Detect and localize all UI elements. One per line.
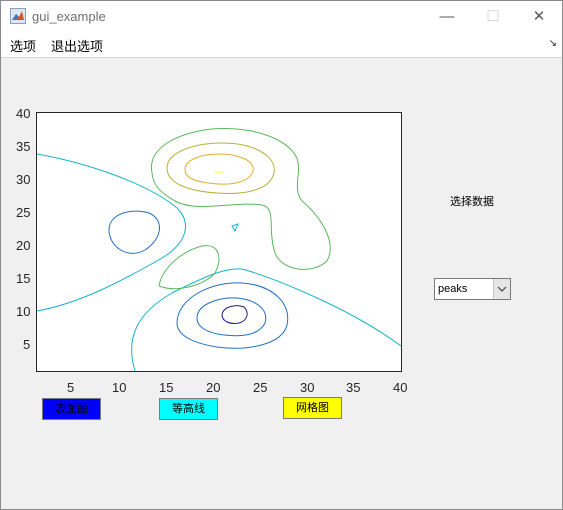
surface-plot-button[interactable]: 表面图: [42, 398, 101, 420]
contour-line-blue-left: [108, 210, 160, 254]
minimize-button[interactable]: —: [424, 1, 470, 32]
close-button[interactable]: ✕: [516, 1, 562, 32]
maximize-icon: ☐: [486, 8, 500, 25]
contour-lines: [36, 128, 402, 372]
x-tick-label: 20: [206, 380, 221, 395]
contour-plot[interactable]: [36, 112, 402, 372]
menu-exit-options[interactable]: 退出选项: [51, 36, 103, 55]
x-tick-label: 30: [300, 380, 315, 395]
x-tick-label: 35: [346, 380, 361, 395]
x-tick-label: 15: [159, 380, 174, 395]
x-tick-label: 40: [393, 380, 408, 395]
minimize-icon: —: [439, 8, 455, 25]
contour-line-cyan-small: [231, 223, 239, 233]
menu-options[interactable]: 选项: [10, 36, 36, 55]
dock-arrow-icon[interactable]: ↘: [549, 38, 557, 49]
contour-line-green-outer: [151, 128, 331, 270]
contour-line-blue-lower: [176, 282, 289, 349]
y-tick-label: 5: [23, 337, 31, 352]
title-bar[interactable]: gui_example — ☐ ✕: [1, 1, 562, 32]
matlab-icon: [10, 8, 26, 24]
select-data-label: 选择数据: [450, 196, 494, 208]
y-tick-label: 40: [16, 106, 31, 121]
contour-line-green-mid: [158, 245, 220, 290]
y-tick-label: 10: [16, 304, 31, 319]
mesh-plot-button[interactable]: 网格图: [283, 397, 342, 419]
contour-line-olive: [166, 142, 275, 194]
contour-line-dark: [221, 305, 248, 324]
contour-line-orange: [184, 153, 254, 185]
contour-line-blue-inner: [196, 297, 267, 337]
y-tick-label: 35: [16, 139, 31, 154]
data-select-dropdown[interactable]: peaks: [434, 278, 511, 300]
dropdown-value: peaks: [438, 283, 468, 295]
app-window: gui_example — ☐ ✕ 选项 退出选项 ↘ 5 10 15 20 2…: [0, 0, 563, 510]
close-icon: ✕: [532, 8, 546, 25]
x-tick-label: 25: [253, 380, 268, 395]
y-tick-label: 30: [16, 172, 31, 187]
chevron-down-icon[interactable]: [493, 279, 510, 299]
window-title: gui_example: [32, 9, 106, 24]
y-tick-label: 20: [16, 238, 31, 253]
y-tick-label: 25: [16, 205, 31, 220]
x-tick-label: 10: [112, 380, 127, 395]
contour-line-cyan-lower: [131, 268, 402, 372]
x-tick-label: 5: [67, 380, 75, 395]
menu-bar: 选项 退出选项 ↘: [1, 32, 562, 58]
contour-button[interactable]: 等高线: [159, 398, 218, 420]
y-tick-label: 15: [16, 271, 31, 286]
maximize-button[interactable]: ☐: [470, 1, 516, 32]
